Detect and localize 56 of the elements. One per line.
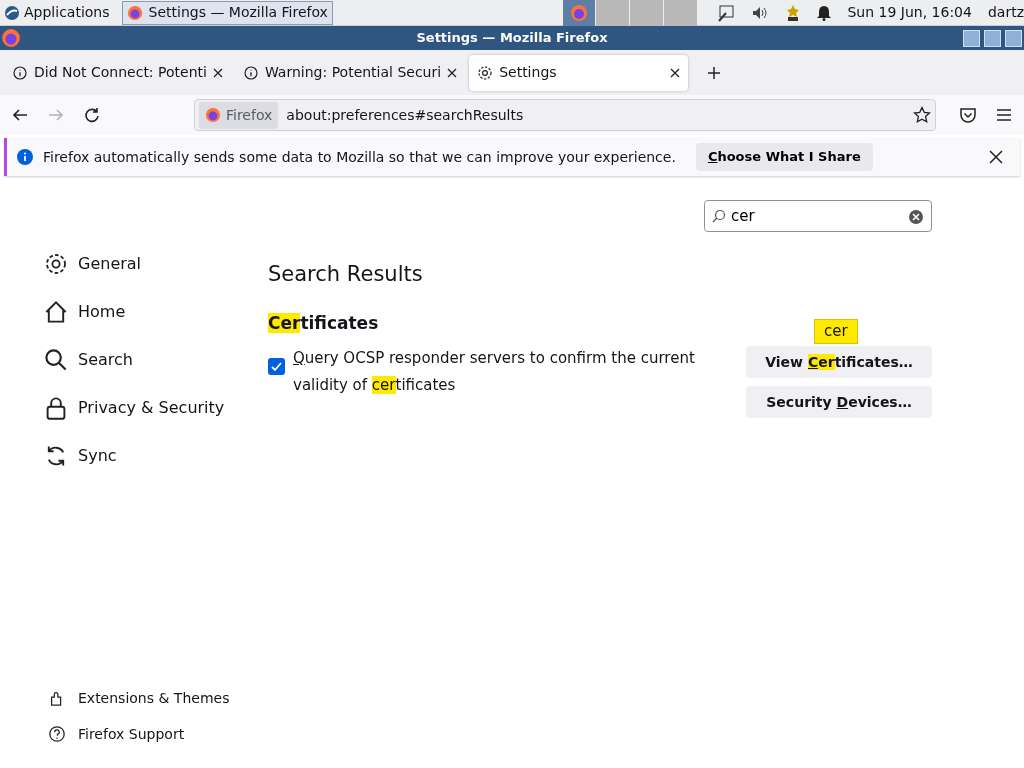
sidebar-item[interactable]: General [44, 240, 142, 288]
address-bar[interactable]: Firefox about:preferences#searchResults [194, 99, 936, 131]
close-icon [988, 149, 1004, 165]
logo-icon [4, 4, 20, 21]
clear-icon[interactable] [908, 209, 924, 225]
notification-bell-icon[interactable] [817, 4, 832, 21]
choose-what-i-share-button[interactable]: Choose What I Share [695, 143, 873, 171]
firefox-icon [570, 3, 589, 22]
user-name: dartz [987, 3, 1024, 22]
search-icon [712, 209, 726, 223]
applications-label: Applications [24, 3, 110, 22]
identity-button[interactable]: Firefox [199, 101, 279, 129]
close-icon[interactable] [670, 67, 681, 78]
network-icon[interactable] [717, 3, 736, 22]
info-icon [242, 64, 259, 81]
sidebar-item[interactable]: Privacy & Security [44, 384, 225, 432]
sidebar-item[interactable]: Search [44, 336, 133, 384]
dialog-button[interactable]: Security Devices… [746, 386, 932, 419]
sidebar-item[interactable]: Sync [44, 432, 117, 480]
help-icon [48, 725, 66, 743]
window-title: Settings — Mozilla Firefox [416, 29, 608, 48]
checkbox[interactable] [268, 357, 285, 375]
clock: Sun 19 Jun, 16:04 [847, 3, 972, 22]
close-icon[interactable] [447, 67, 458, 78]
sidebar-item[interactable]: Home [44, 288, 126, 336]
firefox-icon [126, 4, 143, 21]
minimize-button[interactable] [963, 29, 980, 47]
close-icon[interactable] [212, 67, 223, 78]
maximize-button[interactable] [984, 29, 1001, 47]
lock-icon [44, 396, 68, 420]
updates-icon[interactable] [785, 3, 802, 22]
browser-tab[interactable]: Warning: Potential Securi [234, 54, 466, 91]
page-heading: Search Results [268, 262, 424, 288]
browser-tab[interactable]: Did Not Connect: Potenti [4, 54, 231, 91]
applications-menu[interactable]: Applications [0, 2, 114, 23]
workspace-button[interactable] [563, 0, 596, 26]
notification-message: Firefox automatically sends some data to Mozilla so that we can improve your experience. [43, 147, 676, 167]
firefox-icon [1, 28, 21, 48]
info-icon [17, 149, 33, 165]
info-icon [12, 64, 28, 81]
search-field[interactable]: cer [704, 200, 932, 232]
bookmark-star-icon[interactable] [913, 106, 931, 124]
sidebar-link[interactable]: Extensions & Themes [44, 680, 230, 716]
browser-tab[interactable]: Settings [469, 54, 689, 91]
search-icon [44, 348, 68, 372]
pocket-icon [959, 106, 977, 124]
gear-icon [44, 252, 68, 276]
home-icon [44, 300, 68, 324]
firefox-icon [205, 107, 221, 123]
reload-icon [83, 106, 101, 124]
sidebar-link[interactable]: Firefox Support [44, 716, 185, 752]
taskbar-button[interactable]: Settings — Mozilla Firefox [121, 0, 333, 25]
plus-icon [706, 64, 723, 81]
search-tooltip: cer [814, 319, 858, 344]
menu-icon [996, 107, 1012, 123]
gear-icon [477, 64, 494, 81]
